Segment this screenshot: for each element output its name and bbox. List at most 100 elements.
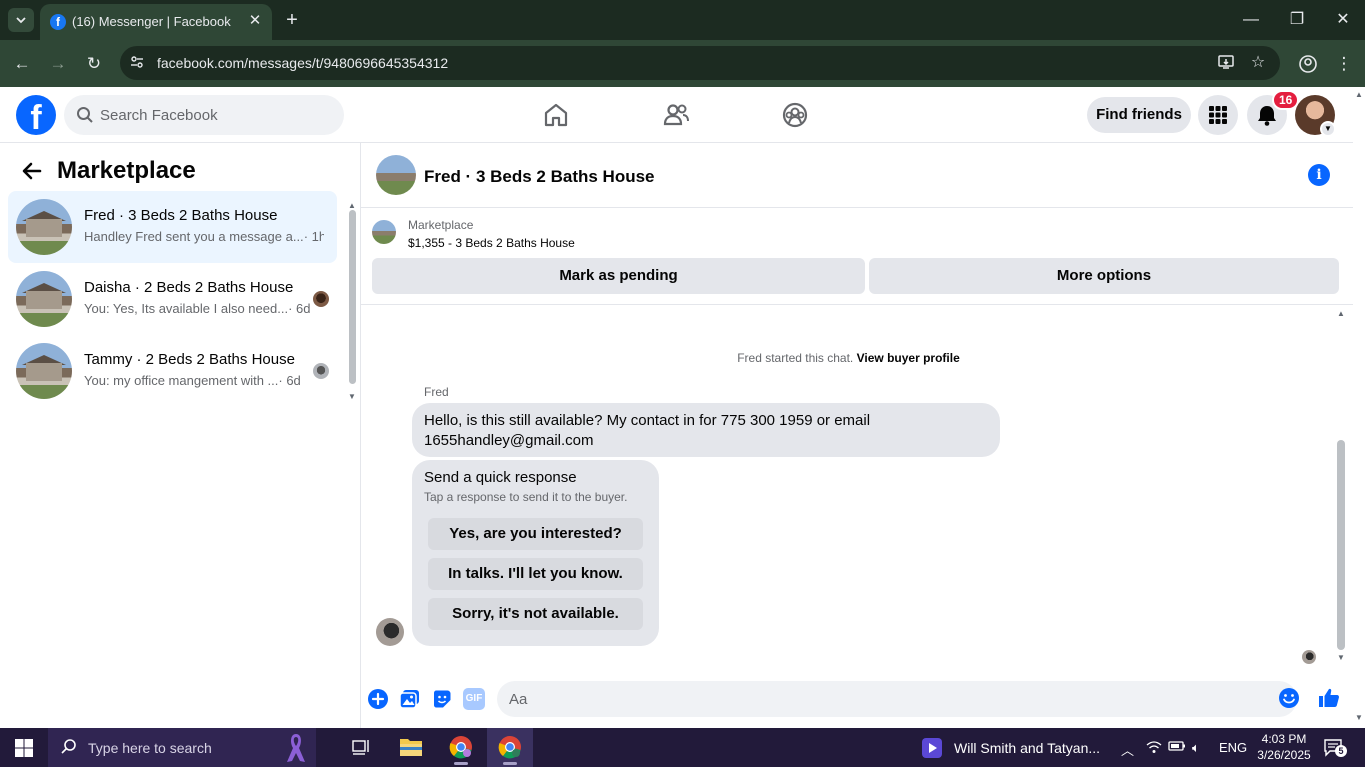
tab-title: (16) Messenger | Facebook	[72, 14, 231, 29]
groups-icon[interactable]	[779, 99, 811, 131]
page-scroll-up-arrow[interactable]: ▲	[1353, 90, 1365, 100]
running-indicator	[503, 762, 517, 765]
clock[interactable]: 4:03 PM 3/26/2025	[1256, 731, 1312, 763]
conversation-preview: You: Yes, Its available I also need...· …	[84, 301, 311, 316]
photo-icon[interactable]	[399, 688, 421, 710]
media-player-icon[interactable]	[922, 738, 942, 758]
find-friends-button[interactable]: Find friends	[1087, 97, 1191, 133]
message-list: Fred started this chat. View buyer profi…	[361, 305, 1353, 670]
conversation-item[interactable]: Fred · 3 Beds 2 Baths House Handley Fred…	[8, 191, 337, 263]
quick-response-button[interactable]: Sorry, it's not available.	[428, 598, 643, 630]
conversation-name: Tammy · 2 Beds 2 Baths House	[84, 351, 295, 368]
awareness-ribbon-icon[interactable]	[284, 731, 308, 765]
listing-house-avatar	[16, 271, 72, 327]
conversation-item[interactable]: Daisha · 2 Beds 2 Baths House You: Yes, …	[8, 263, 337, 335]
search-input[interactable]	[100, 95, 330, 135]
reload-icon[interactable]: ↻	[82, 52, 106, 76]
plus-circle-icon[interactable]	[367, 688, 389, 710]
sidebar-scrollbar[interactable]	[349, 210, 356, 384]
search-icon	[61, 739, 76, 754]
bookmark-star-icon[interactable]: ☆	[1248, 53, 1268, 73]
conversation-preview: You: my office mangement with ...· 6d	[84, 373, 301, 388]
tab-close-icon[interactable]: ✕	[246, 12, 264, 30]
wifi-icon[interactable]	[1146, 740, 1162, 757]
conversation-name: Daisha · 2 Beds 2 Baths House	[84, 279, 294, 296]
scroll-down-arrow[interactable]: ▼	[1335, 653, 1347, 663]
conversation-item[interactable]: Tammy · 2 Beds 2 Baths House You: my off…	[8, 335, 337, 407]
running-indicator	[454, 762, 468, 765]
info-icon[interactable]: i	[1308, 164, 1330, 186]
sender-avatar[interactable]	[376, 618, 404, 646]
browser-menu-icon[interactable]: ⋮	[1332, 52, 1356, 76]
minimize-button[interactable]: —	[1237, 8, 1265, 32]
seen-avatar	[313, 291, 329, 307]
listing-house-avatar[interactable]	[376, 155, 416, 195]
home-icon[interactable]	[540, 99, 572, 131]
media-title[interactable]: Will Smith and Tatyan...	[954, 740, 1100, 756]
windows-taskbar: Type here to search Will Smith and Tatya…	[0, 728, 1365, 767]
chat-title[interactable]: Fred · 3 Beds 2 Baths House	[424, 167, 655, 187]
gif-icon[interactable]: GIF	[463, 688, 485, 710]
task-view-button[interactable]	[338, 728, 384, 767]
scroll-up-arrow[interactable]: ▲	[1335, 309, 1347, 319]
friends-icon[interactable]	[660, 99, 692, 131]
new-tab-button[interactable]: +	[282, 9, 302, 31]
chrome-active-taskbar-button[interactable]	[487, 728, 533, 767]
task-view-icon	[352, 740, 369, 755]
message-input[interactable]	[509, 681, 1259, 717]
browser-tab-messenger[interactable]: f (16) Messenger | Facebook ✕	[40, 4, 272, 40]
conversation-name: Fred · 3 Beds 2 Baths House	[84, 207, 278, 224]
profile-icon[interactable]	[1296, 52, 1320, 76]
facebook-search[interactable]	[64, 95, 344, 135]
facebook-header: f Find friends	[0, 87, 1353, 143]
more-options-button[interactable]: More options	[869, 258, 1339, 294]
facebook-logo-icon[interactable]: f	[16, 95, 56, 135]
quick-response-button[interactable]: Yes, are you interested?	[428, 518, 643, 550]
listing-thumbnail[interactable]	[372, 220, 396, 244]
windows-start-icon[interactable]	[14, 738, 34, 758]
restore-button[interactable]: ❐	[1283, 8, 1311, 32]
taskbar-search[interactable]: Type here to search	[48, 728, 316, 767]
seen-avatar	[1302, 650, 1316, 664]
emoji-icon[interactable]	[1278, 687, 1300, 709]
menu-grid-button[interactable]	[1198, 95, 1238, 135]
chevron-down-icon[interactable]: ▼	[1320, 121, 1336, 137]
site-info-icon[interactable]	[128, 54, 146, 72]
marketplace-sidebar: Marketplace Fred · 3 Beds 2 Baths House …	[0, 143, 361, 728]
forward-arrow-icon[interactable]: →	[46, 52, 70, 76]
browser-toolbar: ← → ↻ facebook.com/messages/t/9480696645…	[0, 40, 1365, 87]
file-explorer-button[interactable]	[388, 728, 434, 767]
sticker-icon[interactable]	[431, 688, 453, 710]
message-input-wrapper[interactable]	[497, 681, 1297, 717]
page-scroll-down-arrow[interactable]: ▼	[1353, 713, 1365, 723]
back-arrow-icon[interactable]	[20, 159, 44, 183]
quick-response-card: Send a quick response Tap a response to …	[412, 460, 659, 646]
address-bar[interactable]: facebook.com/messages/t/9480696645354312…	[120, 46, 1280, 80]
install-app-icon[interactable]	[1216, 53, 1236, 73]
chat-header: Fred · 3 Beds 2 Baths House i	[361, 143, 1353, 208]
message-bubble[interactable]: Hello, is this still available? My conta…	[412, 403, 1000, 457]
quick-response-button[interactable]: In talks. I'll let you know.	[428, 558, 643, 590]
notification-count: 5	[1335, 745, 1347, 757]
battery-icon[interactable]	[1168, 740, 1186, 755]
notification-center-icon[interactable]: 5	[1324, 739, 1347, 757]
quick-response-title: Send a quick response	[424, 469, 577, 486]
listing-house-avatar	[16, 199, 72, 255]
facebook-favicon-icon: f	[50, 14, 66, 30]
view-buyer-profile-link[interactable]: View buyer profile	[857, 351, 960, 365]
folder-icon	[400, 739, 422, 756]
close-window-button[interactable]: ✕	[1329, 8, 1357, 32]
seen-avatar	[313, 363, 329, 379]
back-arrow-icon[interactable]: ←	[10, 52, 34, 76]
marketplace-listing-banner: Marketplace $1,355 - 3 Beds 2 Baths Hous…	[361, 208, 1353, 305]
chevron-up-icon[interactable]: ︿	[1121, 740, 1134, 759]
scroll-down-arrow[interactable]: ▼	[346, 392, 358, 402]
listing-price[interactable]: $1,355 - 3 Beds 2 Baths House	[408, 236, 575, 250]
chrome-taskbar-button[interactable]	[438, 728, 484, 767]
language-indicator[interactable]: ENG	[1219, 740, 1247, 755]
chat-scrollbar[interactable]	[1337, 440, 1345, 650]
volume-icon[interactable]: 🔈︎	[1192, 740, 1200, 756]
thumbs-up-icon[interactable]	[1317, 686, 1341, 710]
mark-as-pending-button[interactable]: Mark as pending	[372, 258, 865, 294]
tab-search-button[interactable]	[8, 8, 34, 32]
